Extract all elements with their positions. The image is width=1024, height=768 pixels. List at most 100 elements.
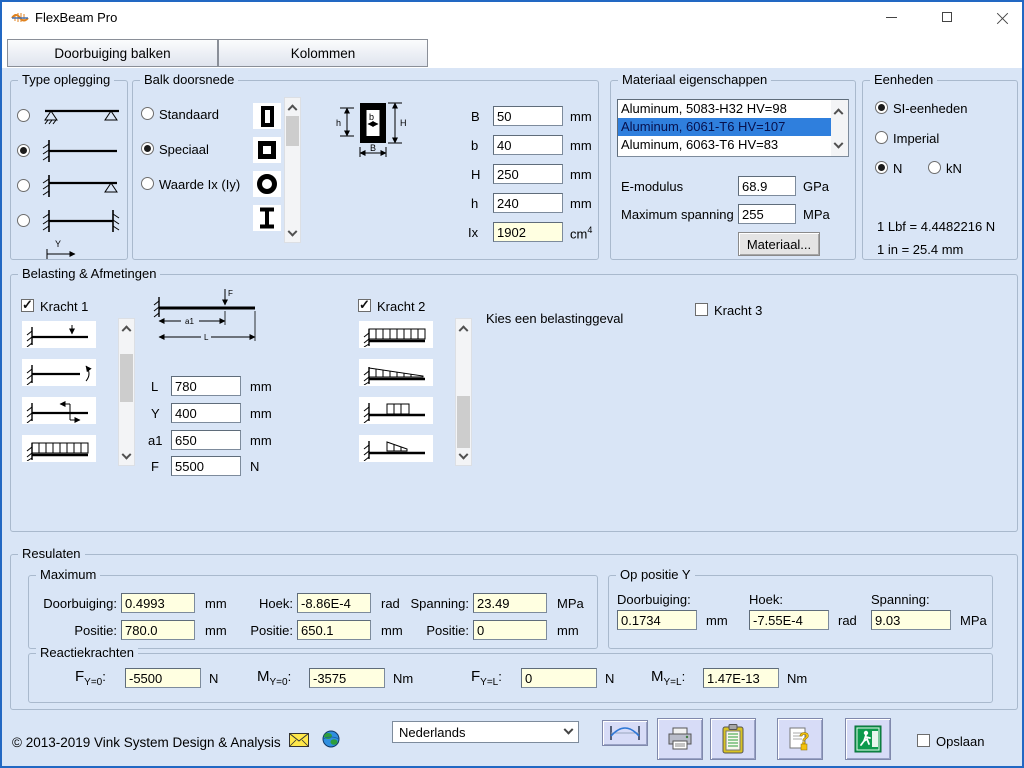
print-button[interactable] <box>657 718 703 760</box>
load1-item-step-moment[interactable] <box>22 397 96 424</box>
field-H-unit: mm <box>570 167 592 182</box>
field-b-input[interactable] <box>493 135 563 155</box>
loads-group: Belasting & Afmetingen Kracht 1 <box>10 274 1018 532</box>
support-radio-fixed-fixed[interactable] <box>17 214 30 227</box>
scrollbar-thumb[interactable] <box>286 116 299 146</box>
units-radio-kn[interactable] <box>928 161 941 174</box>
force1-checkbox[interactable] <box>21 299 34 312</box>
material-item[interactable]: Aluminum, 5083-H32 HV=98 <box>618 100 848 118</box>
maximize-button[interactable] <box>924 2 970 32</box>
tab-strip: Doorbuiging balken Kolommen <box>2 32 1022 68</box>
dim-L-unit: mm <box>250 379 272 394</box>
reaction-ml-output <box>703 668 779 688</box>
maxstress-input[interactable] <box>738 204 796 224</box>
load2-item-partial-udl[interactable] <box>359 397 433 424</box>
aty-defl-output <box>617 610 697 630</box>
support-radio-simply-supported[interactable] <box>17 109 30 122</box>
field-h-input[interactable] <box>493 193 563 213</box>
load2-item-full-udl[interactable] <box>359 321 433 348</box>
scroll-down-icon[interactable] <box>456 449 471 465</box>
svg-text:b: b <box>369 112 374 122</box>
globe-icon[interactable] <box>322 730 340 748</box>
units-group: Eenheden SI-eenheden Imperial N kN 1 Lbf… <box>862 80 1018 260</box>
support-radio-propped-cantilever[interactable] <box>17 179 30 192</box>
support-radio-cantilever[interactable] <box>17 144 30 157</box>
svg-text:h: h <box>336 118 341 128</box>
field-Ix-unit: cm4 <box>570 225 592 241</box>
emodulus-input[interactable] <box>738 176 796 196</box>
dim-a1-input[interactable] <box>171 430 241 450</box>
max-angle-unit: rad <box>381 596 400 611</box>
load1-item-distributed-load[interactable] <box>22 435 96 462</box>
support-icon-fixed-fixed[interactable] <box>37 208 125 234</box>
scrollbar-thumb[interactable] <box>457 396 470 448</box>
title-bar[interactable]: FlexBeam Pro <box>2 2 1022 32</box>
close-button[interactable] <box>980 2 1024 32</box>
dim-Y-input[interactable] <box>171 403 241 423</box>
load1-item-point-load[interactable] <box>22 321 96 348</box>
force2-checkbox[interactable] <box>358 299 371 312</box>
report-button[interactable] <box>710 718 756 760</box>
at-y-title: Op positie Y <box>616 567 695 582</box>
reaction-f0-unit: N <box>209 671 218 686</box>
load2-item-partial-triangular[interactable] <box>359 435 433 462</box>
load2-item-triangular-load[interactable] <box>359 359 433 386</box>
dim-a1-label: a1 <box>148 433 162 448</box>
material-button[interactable]: Materiaal... <box>738 232 820 256</box>
shape-list-scrollbar[interactable] <box>284 97 301 243</box>
units-radio-si[interactable] <box>875 101 888 114</box>
scroll-down-icon[interactable] <box>119 449 134 465</box>
section-radio-standard[interactable] <box>141 107 154 120</box>
dim-F-label: F <box>151 459 159 474</box>
tab-kolommen[interactable]: Kolommen <box>218 39 428 67</box>
shape-item-rect-tube[interactable] <box>253 103 281 129</box>
units-n-label: N <box>893 161 902 176</box>
section-radio-ix-value[interactable] <box>141 177 154 190</box>
scroll-up-icon[interactable] <box>831 102 846 118</box>
reaction-ml-sym: MY=L: <box>651 668 685 685</box>
support-icon-propped-cantilever[interactable] <box>37 173 125 199</box>
force3-checkbox[interactable] <box>695 303 708 316</box>
shape-item-square-tube[interactable] <box>253 137 281 163</box>
help-icon: ? <box>786 724 814 754</box>
beam-diagram-button[interactable] <box>602 720 648 746</box>
scroll-up-icon[interactable] <box>119 319 134 335</box>
help-button[interactable]: ? <box>777 718 823 760</box>
shape-item-i-beam[interactable] <box>253 205 281 231</box>
scrollbar-thumb[interactable] <box>120 354 133 402</box>
material-item[interactable]: Aluminum, 6063-T6 HV=83 <box>618 136 848 154</box>
shape-item-circle-tube[interactable] <box>253 171 281 197</box>
support-icon-cantilever[interactable] <box>37 138 125 164</box>
reactions-group: Reactiekrachten FY=0: N MY=0: Nm FY=L: N… <box>28 653 993 703</box>
load2-scrollbar[interactable] <box>455 318 472 466</box>
scroll-up-icon[interactable] <box>456 319 471 335</box>
scroll-down-icon[interactable] <box>285 226 300 242</box>
loads-title: Belasting & Afmetingen <box>18 266 160 281</box>
dim-L-input[interactable] <box>171 376 241 396</box>
support-icon-simply-supported[interactable] <box>37 103 125 129</box>
email-icon[interactable] <box>289 733 309 747</box>
beam-curve-icon <box>608 724 642 742</box>
minimize-button[interactable] <box>868 2 914 32</box>
svg-text:F: F <box>228 289 233 298</box>
section-radio-special[interactable] <box>141 142 154 155</box>
load1-item-end-moment[interactable] <box>22 359 96 386</box>
field-H-input[interactable] <box>493 164 563 184</box>
load1-scrollbar[interactable] <box>118 318 135 466</box>
exit-button[interactable] <box>845 718 891 760</box>
save-checkbox[interactable] <box>917 734 930 747</box>
scroll-up-icon[interactable] <box>285 98 300 114</box>
material-list-scrollbar[interactable] <box>831 100 848 156</box>
language-select[interactable]: Nederlands <box>392 721 579 743</box>
load-hint-text: Kies een belastinggeval <box>486 311 623 326</box>
field-B-input[interactable] <box>493 106 563 126</box>
units-radio-n[interactable] <box>875 161 888 174</box>
conversion-force: 1 Lbf = 4.4482216 N <box>877 219 995 234</box>
scroll-down-icon[interactable] <box>831 138 846 154</box>
max-angle-label: Hoek: <box>251 596 293 611</box>
app-icon <box>11 9 29 25</box>
tab-doorbuiging-balken[interactable]: Doorbuiging balken <box>7 39 218 67</box>
material-item-selected[interactable]: Aluminum, 6061-T6 HV=107 <box>618 118 848 136</box>
dim-F-input[interactable] <box>171 456 241 476</box>
units-radio-imperial[interactable] <box>875 131 888 144</box>
